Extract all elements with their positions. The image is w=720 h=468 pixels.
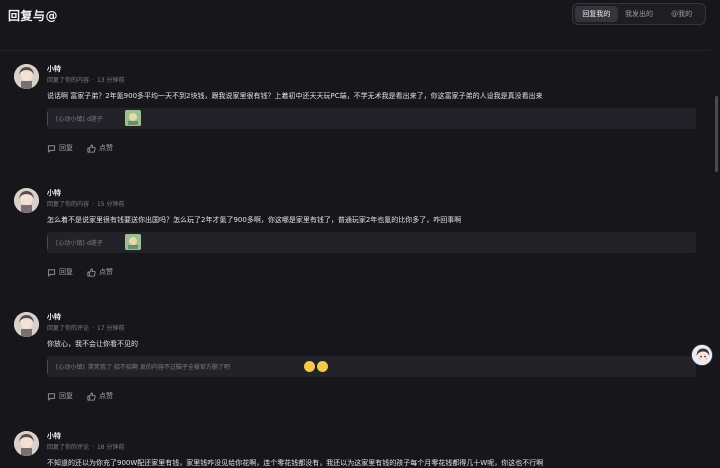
username[interactable]: 小特 [47, 312, 61, 322]
like-label: 点赞 [99, 144, 113, 152]
scrollbar-thumb[interactable] [715, 96, 718, 172]
laughing-emoji-icon [317, 361, 328, 372]
reply-text: 怎么着不是说家里很有钱要送你出国吗？怎么玩了2年才氪了900多啊，你这哪是家里有… [47, 216, 462, 224]
quote-tag: [心动小镇] [56, 240, 85, 247]
thumbs-up-icon [87, 143, 96, 153]
comment-icon [47, 144, 56, 153]
username[interactable]: 小特 [47, 188, 61, 198]
like-button[interactable]: 点赞 [87, 390, 113, 402]
quote-tag: [心动小镇] [56, 364, 85, 371]
reply-text: 不知道的还以为你充了900W配还家里有钱，家里钱咋没见给你花啊，连个零花钱都没有… [47, 459, 544, 467]
timestamp: 18 分钟前 [96, 444, 125, 451]
quote-bar [47, 360, 48, 373]
quote-text: d搓子 [87, 240, 103, 247]
quote-tag: [心动小镇] [56, 116, 85, 123]
reply-button[interactable]: 回复 [47, 142, 73, 154]
reply-actions: 回复 点赞 [47, 142, 113, 154]
reply-button[interactable]: 回复 [47, 266, 73, 278]
thumbs-up-icon [87, 391, 96, 401]
sticker-image [125, 110, 141, 126]
quoted-content[interactable]: [心动小镇] 笑死我了 招不招啊 发的内容不过脑子全被官方删了吧 [47, 356, 696, 377]
quoted-content[interactable]: [心动小镇] d搓子 [47, 232, 696, 253]
meta-action: 回复了你的评论 [47, 444, 90, 451]
like-button[interactable]: 点赞 [87, 266, 113, 278]
reply-item: 小特 回复了你的内容 · 15 分钟前 怎么着不是说家里很有钱要送你出国吗？怎么玩了… [0, 188, 712, 288]
reply-item: 小特 回复了你的评论 · 17 分钟前 你放心，我不会让你看不见的 [心动小镇] 笑… [0, 312, 712, 412]
username[interactable]: 小特 [47, 431, 61, 441]
avatar[interactable] [14, 188, 39, 213]
avatar[interactable] [14, 64, 39, 89]
reply-feed: 小特 回复了你的内容 · 13 分钟前 说话啊 富家子弟？2年氪900多平均一天不到… [0, 0, 712, 468]
quote-bar [47, 236, 48, 249]
quote-text: 笑死我了 招不招啊 发的内容不过脑子全被官方删了吧 [88, 364, 230, 371]
reply-meta: 回复了你的评论 · 17 分钟前 [47, 325, 125, 332]
username[interactable]: 小特 [47, 64, 61, 74]
like-label: 点赞 [99, 392, 113, 400]
reply-label: 回复 [59, 268, 73, 276]
reply-actions: 回复 点赞 [47, 266, 113, 278]
timestamp: 13 分钟前 [96, 77, 125, 84]
avatar[interactable] [14, 431, 39, 456]
timestamp: 15 分钟前 [96, 201, 125, 208]
laughing-emoji-icon [304, 361, 315, 372]
like-button[interactable]: 点赞 [87, 142, 113, 154]
floating-assistant-avatar[interactable] [691, 344, 713, 366]
quoted-content[interactable]: [心动小镇] d搓子 [47, 108, 696, 129]
reply-meta: 回复了你的内容 · 15 分钟前 [47, 201, 125, 208]
comment-icon [47, 392, 56, 401]
reply-actions: 回复 点赞 [47, 390, 113, 402]
like-label: 点赞 [99, 268, 113, 276]
meta-action: 回复了你的内容 [47, 201, 90, 208]
quote-bar [47, 112, 48, 125]
reply-meta: 回复了你的内容 · 13 分钟前 [47, 77, 125, 84]
thumbs-up-icon [87, 267, 96, 277]
reply-item: 小特 回复了你的内容 · 13 分钟前 说话啊 富家子弟？2年氪900多平均一天不到… [0, 64, 712, 164]
meta-action: 回复了你的内容 [47, 77, 90, 84]
timestamp: 17 分钟前 [96, 325, 125, 332]
reply-text: 你放心，我不会让你看不见的 [47, 340, 138, 348]
reply-text: 说话啊 富家子弟？2年氪900多平均一天不到2块钱，跟我说家里很有钱？上着初中还… [47, 92, 543, 100]
scrollbar-track[interactable] [714, 0, 718, 468]
meta-action: 回复了你的评论 [47, 325, 90, 332]
reply-item: 小特 回复了你的评论 · 18 分钟前 不知道的还以为你充了900W配还家里有钱，家… [0, 431, 712, 468]
reply-label: 回复 [59, 392, 73, 400]
avatar[interactable] [14, 312, 39, 337]
sticker-image [125, 234, 141, 250]
reply-button[interactable]: 回复 [47, 390, 73, 402]
comment-icon [47, 268, 56, 277]
quote-text: d搓子 [87, 116, 103, 123]
reply-label: 回复 [59, 144, 73, 152]
reply-meta: 回复了你的评论 · 18 分钟前 [47, 444, 125, 451]
